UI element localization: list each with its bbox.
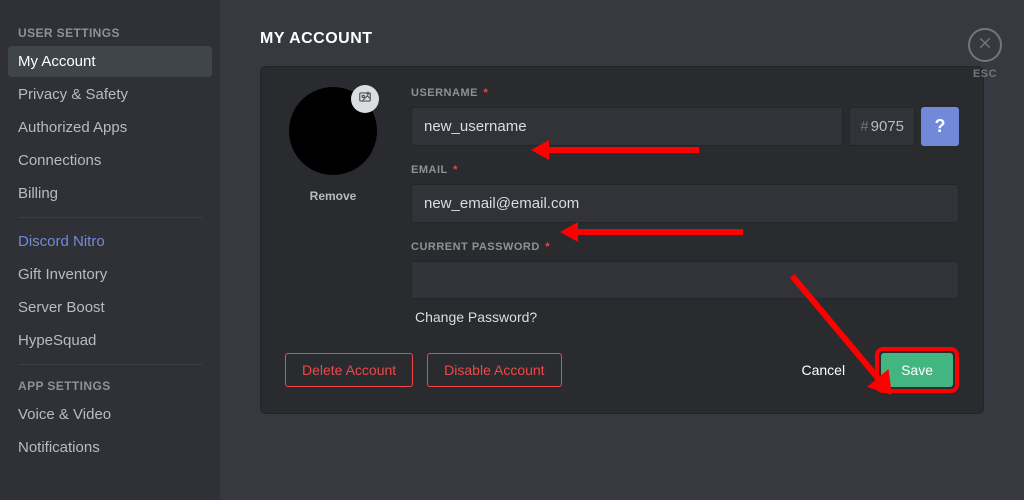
main-content: My Account	[220, 0, 1024, 500]
remove-avatar-link[interactable]: Remove	[310, 189, 357, 203]
sidebar-item-my-account[interactable]: My Account	[8, 46, 212, 77]
avatar[interactable]	[289, 87, 377, 175]
upload-image-icon	[358, 90, 372, 109]
avatar-column: Remove	[285, 87, 381, 325]
sidebar-item-notifications[interactable]: Notifications	[8, 432, 212, 463]
sidebar-item-billing[interactable]: Billing	[8, 178, 212, 209]
username-help-button[interactable]: ?	[921, 107, 959, 146]
upload-avatar-badge[interactable]	[351, 85, 379, 113]
sidebar-item-discord-nitro[interactable]: Discord Nitro	[8, 226, 212, 257]
sidebar-item-authorized-apps[interactable]: Authorized Apps	[8, 112, 212, 143]
close-button[interactable]	[968, 28, 1002, 62]
discriminator-display: #9075	[849, 107, 915, 146]
sidebar-separator	[18, 364, 202, 365]
sidebar-item-server-boost[interactable]: Server Boost	[8, 292, 212, 323]
settings-sidebar: User Settings My Account Privacy & Safet…	[0, 0, 220, 500]
sidebar-item-connections[interactable]: Connections	[8, 145, 212, 176]
sidebar-header-user-settings: User Settings	[8, 20, 212, 46]
save-button[interactable]: Save	[881, 353, 953, 387]
close-icon	[978, 36, 992, 55]
sidebar-item-voice-video[interactable]: Voice & Video	[8, 399, 212, 430]
close-esc-label: ESC	[973, 68, 997, 80]
username-label: Username *	[411, 87, 959, 99]
cancel-button[interactable]: Cancel	[785, 354, 861, 386]
email-input[interactable]: new_email@email.com	[411, 184, 959, 223]
current-password-input[interactable]	[411, 261, 959, 299]
close-panel: ESC	[968, 28, 1002, 80]
account-card: Remove Username * new_username #9075 ? E…	[260, 66, 984, 414]
sidebar-item-privacy-safety[interactable]: Privacy & Safety	[8, 79, 212, 110]
card-footer: Delete Account Disable Account Cancel Sa…	[285, 347, 959, 393]
delete-account-button[interactable]: Delete Account	[285, 353, 413, 387]
sidebar-separator	[18, 217, 202, 218]
sidebar-header-app-settings: App Settings	[8, 373, 212, 399]
username-input[interactable]: new_username	[411, 107, 843, 146]
email-label: Email *	[411, 164, 959, 176]
fields-column: Username * new_username #9075 ? Email * …	[411, 87, 959, 325]
disable-account-button[interactable]: Disable Account	[427, 353, 561, 387]
sidebar-item-gift-inventory[interactable]: Gift Inventory	[8, 259, 212, 290]
sidebar-item-hypesquad[interactable]: HypeSquad	[8, 325, 212, 356]
page-title: My Account	[260, 30, 984, 48]
current-password-label: Current Password *	[411, 241, 959, 253]
change-password-link[interactable]: Change Password?	[411, 309, 959, 325]
annotation-save-highlight: Save	[875, 347, 959, 393]
